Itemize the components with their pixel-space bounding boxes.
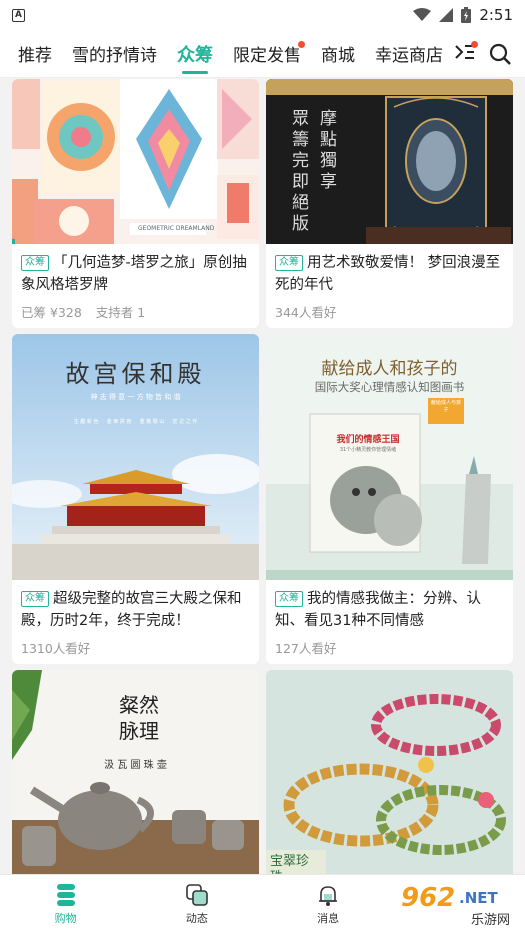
product-card-teapot[interactable]: 粲然脉理 汲 瓦 圆 珠 壶 xyxy=(12,670,259,874)
watermark-logo: 962 .NET 乐游网 xyxy=(401,883,511,928)
product-card-bracelet[interactable]: 宝翠珍珠 xyxy=(266,670,513,874)
search-icon[interactable] xyxy=(489,43,511,65)
product-image: 宝翠珍珠 xyxy=(266,670,513,874)
product-card-emotion-book[interactable]: 献给成人和孩子的 国际大奖心理情感认知图画书 我们的情感王国 31个小精灵教你管… xyxy=(266,334,513,664)
app-screen: { "status_bar":{"time":"2:51","notificat… xyxy=(0,0,525,933)
tarot-art xyxy=(12,79,259,244)
crowdfund-tag: 众筹 xyxy=(21,591,49,607)
signal-icon xyxy=(439,8,454,22)
image-title: 故宫保和殿 xyxy=(65,360,206,388)
card-meta: 已筹 ¥328 支持者 1 xyxy=(21,305,146,320)
tab-crowdfunding[interactable]: 众筹 xyxy=(171,30,219,77)
card-meta: 344人看好 xyxy=(275,305,337,320)
image-subtitle: 汲 瓦 圆 珠 壶 xyxy=(104,760,167,771)
status-bar: A 2:51 xyxy=(0,0,525,30)
product-card-palace[interactable]: 故宫保和殿 神 志 得 意 一 方 物 皆 和 谐 生 趣 新 色 金 琢 拱 … xyxy=(12,334,259,664)
menu-button[interactable] xyxy=(455,41,478,65)
card-title: 众筹 超级完整的故宫三大殿之保和殿，历时2年，终于完成！ xyxy=(21,591,242,629)
product-card-love-art[interactable]: 眾籌完即絕版 摩點獨享 众筹 用艺术致敬爱情！ 梦回浪漫至死的年代 344人看好 xyxy=(266,79,513,328)
card-title: 众筹 「几何造梦-塔罗之旅」原创抽象风格塔罗牌 xyxy=(21,255,247,293)
tab-limited[interactable]: 限定发售 xyxy=(227,30,307,77)
menu-dot xyxy=(471,41,478,48)
crowdfund-tag: 众筹 xyxy=(275,591,303,607)
image-subtitle: 国际大奖心理情感认知图画书 xyxy=(314,380,465,394)
image-caption: GEOMETRIC DREAMLAND xyxy=(138,225,215,232)
product-image: 眾籌完即絕版 摩點獨享 xyxy=(266,79,513,244)
new-dot xyxy=(298,40,305,48)
clock: 2:51 xyxy=(479,6,513,24)
exclusive-text: 眾籌完即絕版 摩點獨享 xyxy=(292,109,337,234)
notification-icon: A xyxy=(12,8,25,22)
shopping-icon xyxy=(56,883,75,906)
product-image: GEOMETRIC DREAMLAND xyxy=(12,79,259,244)
nav-shopping[interactable]: 购物 xyxy=(0,875,131,933)
tab-recommend[interactable]: 推荐 xyxy=(12,30,58,77)
card-meta: 127人看好 xyxy=(275,641,337,656)
image-subtitle: 神 志 得 意 一 方 物 皆 和 谐 xyxy=(90,393,181,401)
tab-snow-lyric[interactable]: 雪的抒情诗 xyxy=(66,30,163,77)
activity-icon xyxy=(186,883,208,906)
crowdfund-tag: 众筹 xyxy=(21,255,49,271)
image-title: 粲然脉理 xyxy=(119,693,159,743)
bell-icon xyxy=(319,885,338,906)
tab-mall[interactable]: 商城 xyxy=(315,30,361,77)
nav-activity[interactable]: 动态 xyxy=(131,875,262,933)
top-nav: 推荐 雪的抒情诗 众筹 限定发售 商城 幸运商店 xyxy=(0,30,525,78)
wifi-icon xyxy=(413,8,432,21)
card-meta: 1310人看好 xyxy=(21,641,91,656)
card-title: 众筹 我的情感我做主：分辨、认知、看见31种不同情感 xyxy=(275,591,481,629)
bracelet-art xyxy=(266,670,513,874)
image-caption: 宝翠珍珠 xyxy=(270,854,310,874)
image-title: 献给成人和孩子的 xyxy=(321,359,458,379)
book-subtitle: 31个小精灵教你管理情绪 xyxy=(339,447,397,453)
book-badge: 献给成人与孩子 xyxy=(430,400,461,413)
image-subtitle-2: 生 趣 新 色 金 琢 拱 宫 重 檐 歇 山 宏 达 之 作 xyxy=(73,419,198,425)
product-feed[interactable]: GEOMETRIC DREAMLAND 众筹 「几何造梦-塔罗之旅」原创抽象风格塔… xyxy=(0,79,525,874)
crowdfund-tag: 众筹 xyxy=(275,255,303,271)
product-image: 粲然脉理 汲 瓦 圆 珠 壶 xyxy=(12,670,259,874)
card-title: 众筹 用艺术致敬爱情！ 梦回浪漫至死的年代 xyxy=(275,255,501,293)
product-card-tarot[interactable]: GEOMETRIC DREAMLAND 众筹 「几何造梦-塔罗之旅」原创抽象风格塔… xyxy=(12,79,259,328)
book-title: 我们的情感王国 xyxy=(336,435,400,445)
battery-icon xyxy=(461,7,472,23)
product-image: 故宫保和殿 神 志 得 意 一 方 物 皆 和 谐 生 趣 新 色 金 琢 拱 … xyxy=(12,334,259,580)
product-image: 献给成人和孩子的 国际大奖心理情感认知图画书 我们的情感王国 31个小精灵教你管… xyxy=(266,334,513,580)
nav-messages[interactable]: 消息 xyxy=(263,875,394,933)
nav-tools xyxy=(447,30,525,77)
tab-lucky-store[interactable]: 幸运商店 xyxy=(369,30,449,77)
